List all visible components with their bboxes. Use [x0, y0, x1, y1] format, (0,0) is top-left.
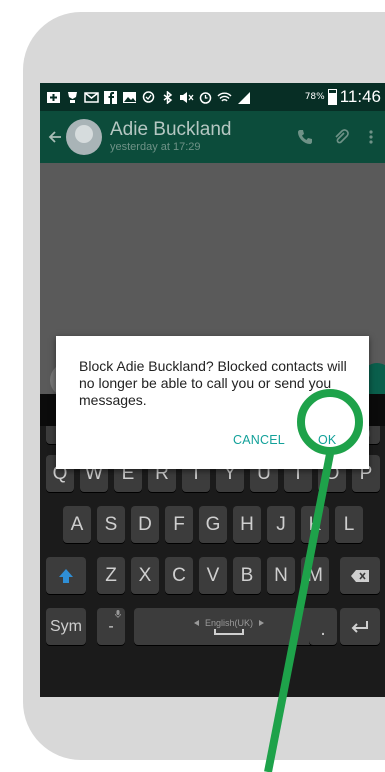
- pointer-arrow: [264, 453, 334, 772]
